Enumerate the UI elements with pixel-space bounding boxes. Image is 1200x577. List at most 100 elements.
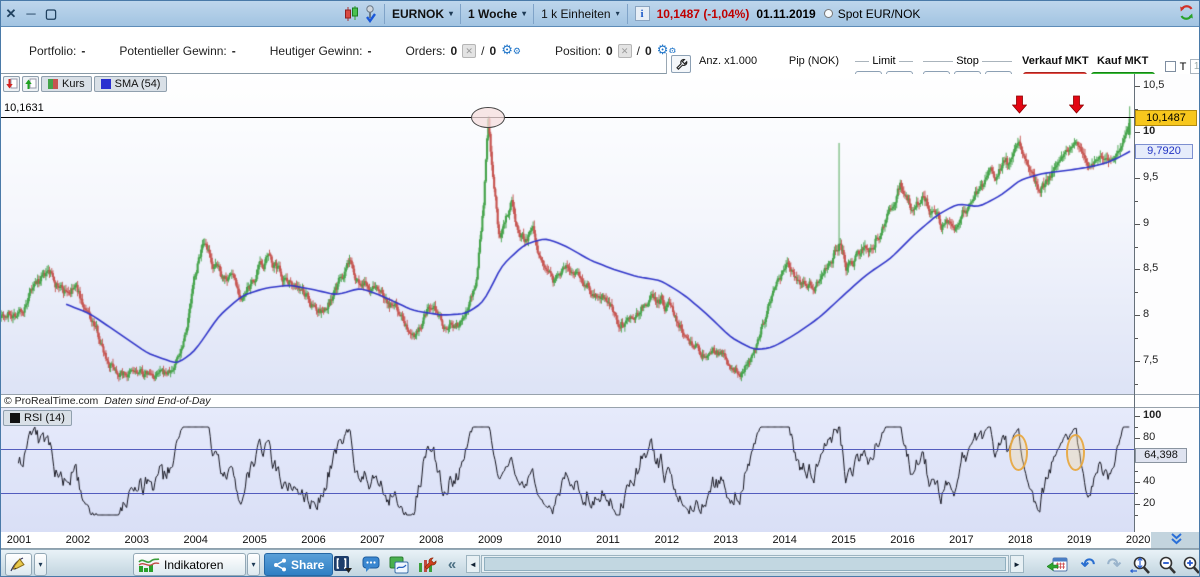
candlestick-icon[interactable] [343, 6, 359, 22]
rsi-swatch-icon [10, 413, 20, 423]
last-price: 10,1487 (-1,04%) [657, 7, 750, 21]
trailing-checkbox[interactable] [1165, 61, 1176, 72]
collapse-toolbar-button[interactable]: « [443, 553, 461, 576]
orders-summary: Orders: 0 ✕ / 0 ⚙⚙ [405, 43, 520, 58]
level-line[interactable] [1, 117, 1134, 118]
close-position-button[interactable]: ✕ [618, 44, 632, 58]
rsi-legend-chip[interactable]: RSI (14) [3, 410, 72, 426]
copyright-strip: © ProRealTime.com Daten sind End-of-Day [1, 394, 1200, 408]
year-label: 2015 [831, 534, 855, 546]
orders-settings-icon[interactable]: ⚙⚙ [501, 43, 521, 58]
divider [460, 4, 461, 24]
year-label: 2012 [655, 534, 679, 546]
portfolio-summary: Portfolio: - [29, 44, 85, 58]
zoom-range-button[interactable] [1127, 553, 1153, 576]
scroll-right-button[interactable]: ► [1010, 555, 1024, 573]
timeframe-selector[interactable]: 1 Woche▾ [468, 7, 526, 21]
rsi-panel[interactable]: RSI (14) [1, 408, 1134, 532]
quick-buy-order-button[interactable] [22, 76, 39, 92]
draw-tool-button[interactable] [5, 553, 32, 576]
sma-legend-chip[interactable]: SMA (54) [94, 76, 168, 92]
minimize-button[interactable]: ─ [21, 6, 41, 21]
order-settings-button[interactable] [671, 55, 691, 73]
trailing-pips-input[interactable] [1190, 59, 1200, 74]
chat-button[interactable] [359, 553, 383, 576]
price-tick-label: 9,5 [1143, 171, 1158, 183]
rsi-tick-label: 40 [1143, 475, 1155, 487]
price-tick-label: 10 [1143, 125, 1155, 137]
spot-radio-icon[interactable] [824, 9, 833, 18]
year-label: 2003 [125, 534, 149, 546]
pencil-icon [10, 556, 27, 573]
price-chart[interactable]: Kurs SMA (54) 10,1631 [1, 74, 1134, 394]
chart-wrench-icon [417, 556, 437, 574]
year-label: 2006 [301, 534, 325, 546]
down-arrow-annotation[interactable] [1012, 95, 1027, 117]
cancel-orders-button[interactable]: ✕ [462, 44, 476, 58]
chart-windows-button[interactable] [387, 553, 411, 576]
price-tick-label: 10,5 [1143, 79, 1164, 91]
copyright-text: © ProRealTime.com [4, 395, 98, 407]
down-arrow-annotation[interactable] [1069, 95, 1084, 117]
quick-sell-order-button[interactable] [3, 76, 20, 92]
expand-panel-button[interactable] [1170, 533, 1183, 548]
draw-tool-dropdown[interactable]: ▾ [34, 553, 47, 576]
scrollbar-thumb[interactable] [484, 557, 1006, 571]
price-tick-label: 8,5 [1143, 262, 1158, 274]
rsi-axis[interactable]: 10080402064,398 [1134, 408, 1200, 532]
last-price-badge: 10,1487 [1135, 110, 1197, 126]
frame-icon [333, 555, 353, 574]
redo-button[interactable]: ↷ [1103, 553, 1125, 576]
candle-swatch-icon [48, 79, 58, 89]
spot-label: Spot EUR/NOK [838, 7, 921, 21]
indicators-button[interactable]: Indikatoren [133, 553, 246, 576]
divider [384, 4, 385, 24]
buy-mkt-label: Kauf MKT [1097, 55, 1148, 67]
limit-section-label: Limit [872, 55, 895, 67]
year-label: 2001 [7, 534, 31, 546]
scroll-left-button[interactable]: ◄ [466, 555, 480, 573]
rsi-overbought-line [1, 449, 1134, 450]
title-bar: ✕ ─ ▢ EURNOK▾ 1 Woche▾ [1, 1, 1200, 27]
peak-circle-annotation[interactable] [471, 107, 505, 128]
year-label: 2010 [537, 534, 561, 546]
price-tick-label: 7,5 [1143, 354, 1158, 366]
undo-button[interactable]: ↶ [1077, 553, 1099, 576]
zoom-in-button[interactable] [1179, 553, 1200, 576]
chart-settings-button[interactable] [415, 553, 439, 576]
divider [533, 4, 534, 24]
price-change: (-1,04%) [703, 7, 749, 21]
potential-gain: Potentieller Gewinn: - [119, 44, 235, 58]
refresh-button[interactable] [1178, 4, 1195, 24]
close-button[interactable]: ✕ [1, 6, 21, 22]
detach-frame-button[interactable] [331, 553, 355, 576]
time-axis[interactable]: 2001200220032004200520062007200820092010… [1, 532, 1200, 549]
price-axis[interactable]: 10,5109,598,587,510,14879,7920 [1134, 74, 1200, 394]
instrument-selector[interactable]: EURNOK▾ [392, 7, 453, 21]
maximize-button[interactable]: ▢ [41, 6, 61, 22]
info-icon[interactable]: i [635, 6, 650, 21]
kurs-legend-chip[interactable]: Kurs [41, 76, 92, 92]
date-range-button[interactable] [1045, 553, 1069, 576]
indicators-dropdown[interactable]: ▾ [247, 553, 260, 576]
scrollbar-track[interactable] [481, 555, 1009, 573]
rsi-highlight-oval[interactable] [1009, 434, 1028, 471]
year-label: 2007 [360, 534, 384, 546]
zoom-out-button[interactable] [1155, 553, 1179, 576]
year-label: 2011 [596, 534, 620, 546]
level-price-label: 10,1631 [4, 102, 44, 114]
pin-icon[interactable] [363, 5, 377, 23]
year-label: 2004 [183, 534, 207, 546]
axis-border [1134, 74, 1135, 532]
divider [627, 4, 628, 24]
share-button[interactable]: Share [264, 553, 333, 576]
year-label: 2019 [1067, 534, 1091, 546]
trailing-label: T [1180, 61, 1187, 73]
year-label: 2005 [242, 534, 266, 546]
year-label: 2017 [949, 534, 973, 546]
year-label: 2002 [66, 534, 90, 546]
rsi-oversold-line [1, 493, 1134, 494]
rsi-tick-label: 80 [1143, 431, 1155, 443]
units-selector[interactable]: 1 k Einheiten▾ [541, 7, 619, 21]
year-label: 2013 [714, 534, 738, 546]
